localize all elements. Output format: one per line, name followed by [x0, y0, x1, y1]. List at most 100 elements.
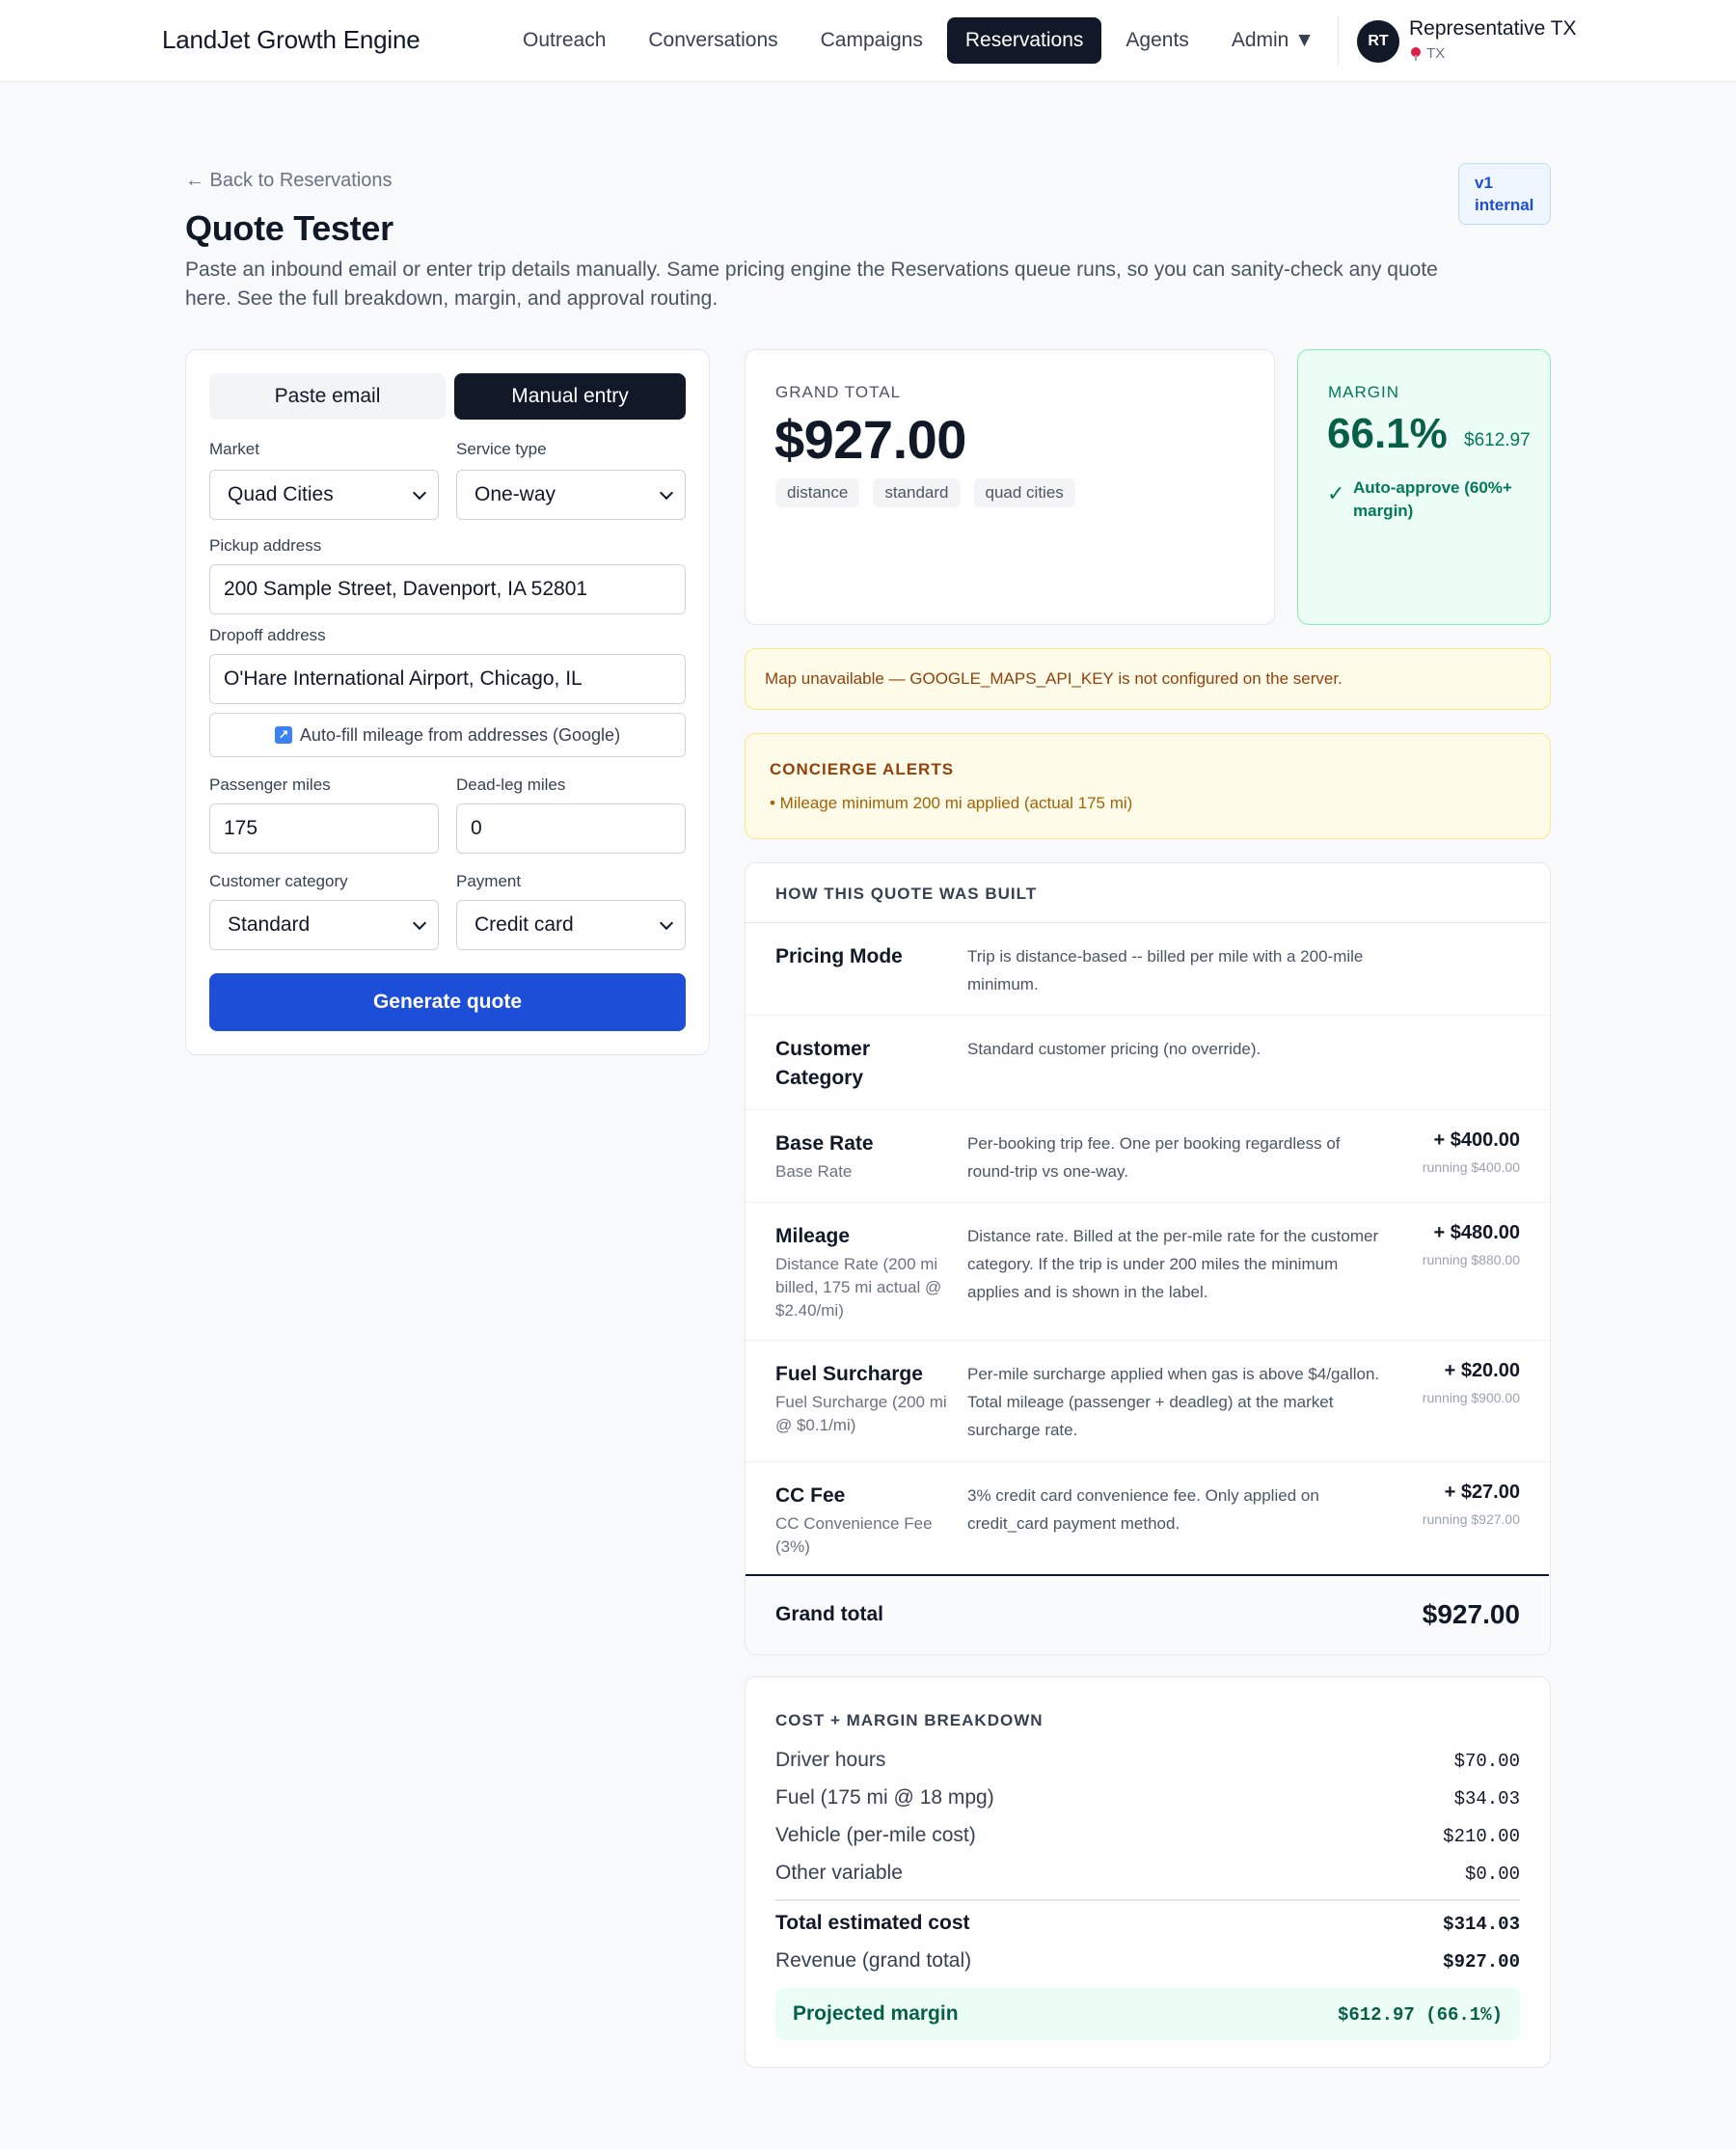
row-name: Mileage [775, 1225, 851, 1247]
margin-card: MARGIN 66.1% $612.97 ✓ Auto-approve (60%… [1297, 349, 1551, 625]
quote-input-form: Paste email Manual entry Market Quad Cit… [185, 349, 710, 1055]
grand-total-card: GRAND TOTAL $927.00 distance standard qu… [745, 349, 1275, 625]
back-to-reservations-link[interactable]: ← Back to Reservations [185, 170, 393, 192]
concierge-alerts-title: CONCIERGE ALERTS [770, 760, 955, 778]
market-select[interactable]: Quad Cities [209, 470, 439, 520]
cost-row-revenue: Revenue (grand total) $927.00 [775, 1949, 1520, 1978]
location-pin-icon [1411, 46, 1421, 61]
dropoff-address-value: O'Hare International Airport, Chicago, I… [224, 667, 583, 690]
cost-row-value: $34.03 [1453, 1788, 1520, 1810]
nav-conversations[interactable]: Conversations [630, 17, 796, 64]
grand-total-label: GRAND TOTAL [775, 383, 902, 401]
margin-label: MARGIN [1328, 383, 1399, 401]
tag-market: quad cities [973, 478, 1075, 507]
autofill-mileage-button[interactable]: ↗ Auto-fill mileage from addresses (Goog… [209, 713, 686, 757]
cost-row-other-variable: Other variable $0.00 [775, 1862, 1520, 1891]
dropoff-address-input[interactable]: O'Hare International Airport, Chicago, I… [209, 654, 686, 704]
generate-quote-button[interactable]: Generate quote [209, 973, 686, 1031]
payment-select-value: Credit card [475, 913, 574, 936]
row-name: CC Fee [775, 1484, 846, 1507]
cost-row-fuel: Fuel (175 mi @ 18 mpg) $34.03 [775, 1786, 1520, 1815]
map-unavailable-warning: Map unavailable — GOOGLE_MAPS_API_KEY is… [745, 648, 1551, 710]
dropoff-address-label: Dropoff address [209, 626, 326, 644]
cost-row-label: Driver hours [775, 1749, 886, 1771]
nav-campaigns[interactable]: Campaigns [802, 17, 941, 64]
row-sub-label: Base Rate [775, 1162, 853, 1181]
user-name[interactable]: Representative TX [1409, 17, 1577, 41]
row-description: Per-booking trip fee. One per booking re… [967, 1134, 1341, 1181]
payment-label: Payment [456, 872, 522, 890]
tab-paste-email[interactable]: Paste email [209, 373, 446, 420]
nav-admin-dropdown[interactable]: Admin ▼ [1213, 17, 1333, 64]
page-description: Paste an inbound email or enter trip det… [185, 259, 1438, 310]
tab-manual-entry[interactable]: Manual entry [454, 373, 686, 420]
breakdown-row-customer-category: Customer Category Standard customer pric… [746, 1016, 1549, 1110]
breakdown-row-cc-fee: CC Fee CC Convenience Fee (3%) 3% credit… [746, 1462, 1549, 1574]
version-badge-line1: v1 [1475, 174, 1493, 192]
dead-leg-miles-value: 0 [471, 817, 482, 839]
projected-margin-value: $612.97 (66.1%) [1337, 2004, 1503, 2026]
brand-name[interactable]: LandJet Growth Engine [162, 25, 420, 55]
user-location-text: TX [1426, 45, 1446, 62]
build-title: HOW THIS QUOTE WAS BUILT [775, 884, 1038, 903]
passenger-miles-value: 175 [224, 817, 258, 839]
row-amount: + $27.00 [1444, 1482, 1520, 1503]
cost-row-label: Other variable [775, 1862, 903, 1884]
breakdown-row-base-rate: Base Rate Base Rate Per-booking trip fee… [746, 1110, 1549, 1203]
revenue-value: $927.00 [1443, 1951, 1520, 1973]
tag-customer-category: standard [873, 478, 961, 507]
cost-row-vehicle: Vehicle (per-mile cost) $210.00 [775, 1824, 1520, 1853]
market-select-value: Quad Cities [228, 483, 334, 505]
cost-breakdown-title: COST + MARGIN BREAKDOWN [775, 1711, 1044, 1729]
row-name: Fuel Surcharge [775, 1363, 923, 1385]
dead-leg-miles-input[interactable]: 0 [456, 803, 686, 854]
approval-routing: Auto-approve (60%+ margin) [1353, 478, 1512, 520]
pickup-address-value: 200 Sample Street, Davenport, IA 52801 [224, 578, 588, 600]
row-name: Base Rate [775, 1132, 874, 1155]
cost-row-driver-hours: Driver hours $70.00 [775, 1749, 1520, 1778]
breakdown-row-fuel-surcharge: Fuel Surcharge Fuel Surcharge (200 mi @ … [746, 1341, 1549, 1462]
service-type-select[interactable]: One-way [456, 470, 686, 520]
total-cost-value: $314.03 [1443, 1914, 1520, 1935]
user-location: TX [1411, 45, 1445, 62]
grand-total-row: Grand total $927.00 [746, 1574, 1549, 1654]
version-badge: v1 internal [1458, 163, 1551, 225]
service-type-select-value: One-way [475, 483, 556, 505]
quote-tags: distance standard quad cities [775, 478, 1075, 507]
row-amount: + $480.00 [1433, 1222, 1520, 1243]
revenue-label: Revenue (grand total) [775, 1949, 972, 1972]
passenger-miles-input[interactable]: 175 [209, 803, 439, 854]
payment-select[interactable]: Credit card [456, 900, 686, 950]
margin-amount: $612.97 [1464, 430, 1531, 450]
build-header: HOW THIS QUOTE WAS BUILT [746, 863, 1549, 923]
nav-agents[interactable]: Agents [1107, 17, 1207, 64]
nav-links: Outreach Conversations Campaigns Reserva… [504, 17, 1333, 64]
row-amount: + $400.00 [1433, 1129, 1520, 1151]
row-sub-label: CC Convenience Fee (3%) [775, 1514, 933, 1556]
map-warning-text: Map unavailable — GOOGLE_MAPS_API_KEY is… [765, 669, 1343, 688]
nav-reservations[interactable]: Reservations [946, 17, 1102, 64]
customer-category-value: Standard [228, 913, 311, 936]
nav-outreach[interactable]: Outreach [504, 17, 624, 64]
total-cost-label: Total estimated cost [775, 1912, 970, 1934]
row-description: Distance rate. Billed at the per-mile ra… [967, 1227, 1379, 1301]
cost-row-total-estimated: Total estimated cost $314.03 [775, 1912, 1520, 1941]
service-type-label: Service type [456, 440, 547, 458]
projected-margin-row: Projected margin $612.97 (66.1%) [775, 1988, 1520, 2040]
cost-margin-breakdown: COST + MARGIN BREAKDOWN Driver hours $70… [745, 1676, 1551, 2068]
row-name: Customer Category [775, 1038, 871, 1089]
user-avatar[interactable]: RT [1357, 20, 1399, 63]
row-running-total: running $927.00 [1422, 1511, 1520, 1527]
grand-total-row-amount: $927.00 [1422, 1599, 1520, 1629]
breakdown-row-pricing-mode: Pricing Mode Trip is distance-based -- b… [746, 923, 1549, 1016]
tag-pricing-mode: distance [775, 478, 860, 507]
projected-margin-label: Projected margin [793, 2002, 959, 2025]
top-navbar: LandJet Growth Engine Outreach Conversat… [0, 0, 1736, 82]
margin-percent: 66.1% [1327, 410, 1448, 457]
chevron-down-icon [659, 915, 674, 931]
grand-total-row-label: Grand total [775, 1603, 884, 1625]
arrow-up-right-icon: ↗ [274, 726, 292, 744]
customer-category-select[interactable]: Standard [209, 900, 439, 950]
row-description: Trip is distance-based -- billed per mil… [967, 947, 1364, 993]
pickup-address-input[interactable]: 200 Sample Street, Davenport, IA 52801 [209, 564, 686, 614]
